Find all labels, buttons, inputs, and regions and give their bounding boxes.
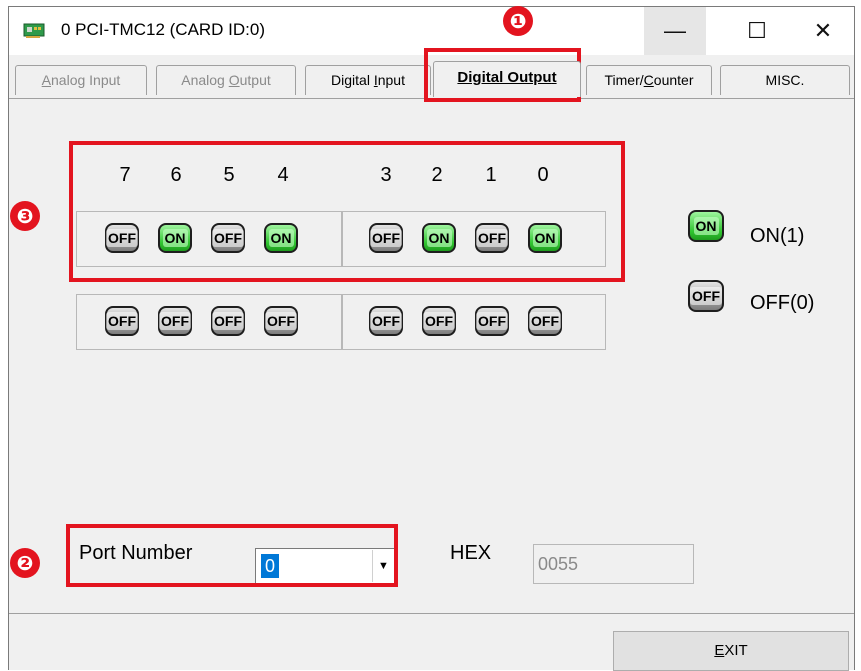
hex-value-field: 0055 [533,544,694,584]
tab-digital-output[interactable]: Digital Output [433,61,581,97]
row2-bit2-led[interactable]: OFF [422,306,456,336]
annotation-box-led-row [69,141,625,282]
status-divider [9,613,854,614]
row2-bit1-led[interactable]: OFF [475,306,509,336]
legend-off-text: OFF(0) [750,292,815,314]
tab-analog-output[interactable]: Analog Output [156,65,296,95]
minimize-button[interactable]: — [644,7,706,55]
legend-off-led: OFF [688,280,724,312]
row2-bit4-led[interactable]: OFF [264,306,298,336]
row2-bit6-led[interactable]: OFF [158,306,192,336]
legend-on-led: ON [688,210,724,242]
maximize-button[interactable]: ☐ [726,7,788,55]
row2-bit0-led[interactable]: OFF [528,306,562,336]
tab-misc[interactable]: MISC. [720,65,850,95]
window-title: 0 PCI-TMC12 (CARD ID:0) [61,20,266,39]
hex-label: HEX [450,542,492,564]
annotation-badge-1: ❶ [503,6,533,36]
exit-button[interactable]: EXIT [613,631,849,671]
row2-bit5-led[interactable]: OFF [211,306,245,336]
tab-timer-counter[interactable]: Timer/Counter [586,65,712,95]
tab-analog-input[interactable]: Analog Input [15,65,147,95]
card-icon [23,23,45,38]
row2-bit3-led[interactable]: OFF [369,306,403,336]
annotation-badge-2: ❷ [10,548,40,578]
annotation-box-port-number [66,524,398,587]
close-button[interactable]: ✕ [792,7,854,55]
annotation-badge-3: ❸ [10,201,40,231]
tab-digital-input[interactable]: Digital Input [305,65,431,95]
row2-bit7-led[interactable]: OFF [105,306,139,336]
legend-on-text: ON(1) [750,225,805,247]
